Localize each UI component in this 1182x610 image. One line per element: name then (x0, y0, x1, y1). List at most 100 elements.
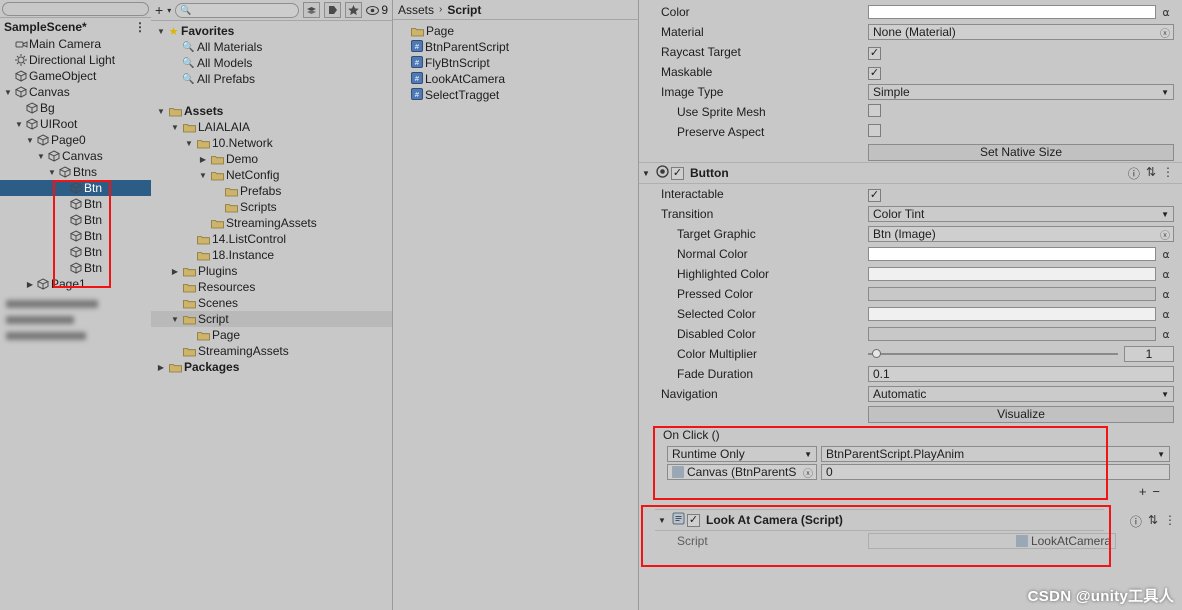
eyedropper-icon[interactable]: ⍺ (1158, 328, 1174, 341)
project-item-all-models[interactable]: 🔍 All Models (151, 55, 392, 71)
layers-icon[interactable] (303, 2, 321, 18)
project-item-page[interactable]: Page (151, 327, 392, 343)
color-multiplier-slider[interactable] (868, 349, 1118, 358)
asset-item-lookatcamera[interactable]: # LookAtCamera (393, 71, 638, 87)
project-item-netconfig[interactable]: ▼ NetConfig (151, 167, 392, 183)
hierarchy-search-input[interactable] (2, 1, 149, 16)
scene-row[interactable]: SampleScene* ⋮ (0, 18, 151, 36)
tag-icon[interactable] (324, 2, 342, 18)
collapse-caret-icon[interactable]: ▼ (655, 516, 669, 525)
scene-menu-icon[interactable]: ⋮ (134, 20, 147, 34)
project-item-18-instance[interactable]: 18.Instance (151, 247, 392, 263)
hierarchy-item-page0[interactable]: ▼ Page0 (0, 132, 151, 148)
project-item-resources[interactable]: Resources (151, 279, 392, 295)
selected-color-color-swatch[interactable] (868, 307, 1156, 321)
project-item-laialaia[interactable]: ▼ LAIALAIA (151, 119, 392, 135)
expand-arrow-icon[interactable]: ▼ (46, 168, 58, 177)
project-item-favorites[interactable]: ▼ ★ Favorites (151, 23, 392, 39)
asset-item-page[interactable]: Page (393, 23, 638, 39)
breadcrumb-root[interactable]: Assets (398, 3, 434, 17)
add-listener-button[interactable]: + (1139, 484, 1147, 499)
normal-color-color-swatch[interactable] (868, 247, 1156, 261)
menu-icon[interactable]: ⋮ (1164, 513, 1176, 530)
interactable-checkbox[interactable] (868, 188, 881, 202)
pressed-color-color-swatch[interactable] (868, 287, 1156, 301)
expand-arrow-icon[interactable]: ▼ (35, 152, 47, 161)
button-enabled-checkbox[interactable] (671, 166, 684, 180)
hierarchy-item-btn[interactable]: Btn (0, 212, 151, 228)
project-search-input[interactable]: 🔍 (175, 2, 300, 18)
project-item-scenes[interactable]: Scenes (151, 295, 392, 311)
expand-arrow-icon[interactable]: ▼ (197, 171, 209, 180)
eyedropper-icon[interactable]: ⍺ (1158, 248, 1174, 261)
breadcrumb-current[interactable]: Script (447, 3, 481, 17)
clear-object-icon[interactable]: ⓧ (1160, 25, 1170, 40)
clear-object-icon[interactable]: ⓧ (1160, 227, 1170, 242)
hierarchy-item-btn[interactable]: Btn (0, 196, 151, 212)
use-sprite-mesh-checkbox[interactable] (868, 104, 881, 117)
project-item-all-prefabs[interactable]: 🔍 All Prefabs (151, 71, 392, 87)
hierarchy-search-bar[interactable] (0, 0, 151, 18)
hierarchy-item-btn[interactable]: Btn (0, 260, 151, 276)
hierarchy-item-directional-light[interactable]: Directional Light (0, 52, 151, 68)
raycast-target-checkbox[interactable] (868, 46, 881, 60)
create-asset-button[interactable]: + (155, 3, 163, 17)
project-item-10-network[interactable]: ▼ 10.Network (151, 135, 392, 151)
highlighted-color-color-swatch[interactable] (868, 267, 1156, 281)
on-click-object-field[interactable]: Canvas (BtnParentS ⓧ (667, 464, 817, 480)
image-type-dropdown[interactable]: Simple ▼ (868, 84, 1174, 100)
maskable-checkbox[interactable] (868, 66, 881, 80)
project-item-all-materials[interactable]: 🔍 All Materials (151, 39, 392, 55)
hierarchy-item-main-camera[interactable]: Main Camera (0, 36, 151, 52)
on-click-mode-dropdown[interactable]: Runtime Only ▼ (667, 446, 817, 462)
material-object-field[interactable]: None (Material) ⓧ (868, 24, 1174, 40)
look-at-camera-enabled-checkbox[interactable] (687, 513, 700, 527)
on-click-function-dropdown[interactable]: BtnParentScript.PlayAnim ▼ (821, 446, 1170, 462)
asset-item-btnparentscript[interactable]: # BtnParentScript (393, 39, 638, 55)
fade-duration-input[interactable]: 0.1 (868, 366, 1174, 382)
hierarchy-item-canvas[interactable]: ▼ Canvas (0, 84, 151, 100)
eyedropper-icon[interactable]: ⍺ (1158, 308, 1174, 321)
clear-object-icon[interactable]: ⓧ (803, 465, 813, 480)
remove-listener-button[interactable]: − (1152, 484, 1160, 499)
preserve-aspect-checkbox[interactable] (868, 124, 881, 137)
expand-arrow-icon[interactable]: ▼ (169, 123, 181, 132)
preset-icon[interactable]: ⇅ (1146, 165, 1156, 182)
project-item-streamingassets[interactable]: StreamingAssets (151, 343, 392, 359)
hierarchy-item-btn[interactable]: Btn (0, 228, 151, 244)
expand-arrow-icon[interactable]: ▼ (183, 139, 195, 148)
help-icon[interactable]: ⓘ (1128, 165, 1140, 182)
expand-arrow-icon[interactable]: ▼ (2, 88, 14, 97)
asset-item-selecttragget[interactable]: # SelectTragget (393, 87, 638, 103)
expand-arrow-icon[interactable]: ▼ (169, 315, 181, 324)
look-at-camera-header[interactable]: ▼ Look At Camera (Script) (655, 509, 1104, 531)
hierarchy-item-btn[interactable]: Btn (0, 244, 151, 260)
hierarchy-item-btns[interactable]: ▼ Btns (0, 164, 151, 180)
button-component-header[interactable]: ▼ Button ⓘ ⇅ ⋮ (639, 162, 1182, 184)
set-native-size-button[interactable]: Set Native Size (868, 143, 1174, 161)
expand-arrow-icon[interactable]: ▶ (197, 155, 209, 164)
hierarchy-item-btn[interactable]: Btn (0, 180, 151, 196)
hierarchy-item-gameobject[interactable]: GameObject (0, 68, 151, 84)
visualize-button[interactable]: Visualize (868, 405, 1174, 423)
disabled-color-color-swatch[interactable] (868, 327, 1156, 341)
preset-icon[interactable]: ⇅ (1148, 513, 1158, 530)
asset-item-flybtnscript[interactable]: # FlyBtnScript (393, 55, 638, 71)
project-item-streamingassets[interactable]: StreamingAssets (151, 215, 392, 231)
expand-arrow-icon[interactable]: ▼ (13, 120, 25, 129)
eyedropper-icon[interactable]: ⍺ (1158, 288, 1174, 301)
project-item-demo[interactable]: ▶ Demo (151, 151, 392, 167)
collapse-caret-icon[interactable]: ▼ (639, 169, 653, 178)
expand-arrow-icon[interactable]: ▼ (155, 27, 167, 36)
project-item-prefabs[interactable]: Prefabs (151, 183, 392, 199)
navigation-dropdown[interactable]: Automatic ▼ (868, 386, 1174, 402)
help-icon[interactable]: ⓘ (1130, 513, 1142, 530)
project-item-assets[interactable]: ▼ Assets (151, 103, 392, 119)
hierarchy-item-page1[interactable]: ▶ Page1 (0, 276, 151, 292)
expand-arrow-icon[interactable]: ▼ (155, 107, 167, 116)
menu-icon[interactable]: ⋮ (1162, 165, 1174, 182)
project-item-plugins[interactable]: ▶ Plugins (151, 263, 392, 279)
hierarchy-item-bg[interactable]: Bg (0, 100, 151, 116)
project-item-14-listcontrol[interactable]: 14.ListControl (151, 231, 392, 247)
eyedropper-icon[interactable]: ⍺ (1158, 6, 1174, 19)
